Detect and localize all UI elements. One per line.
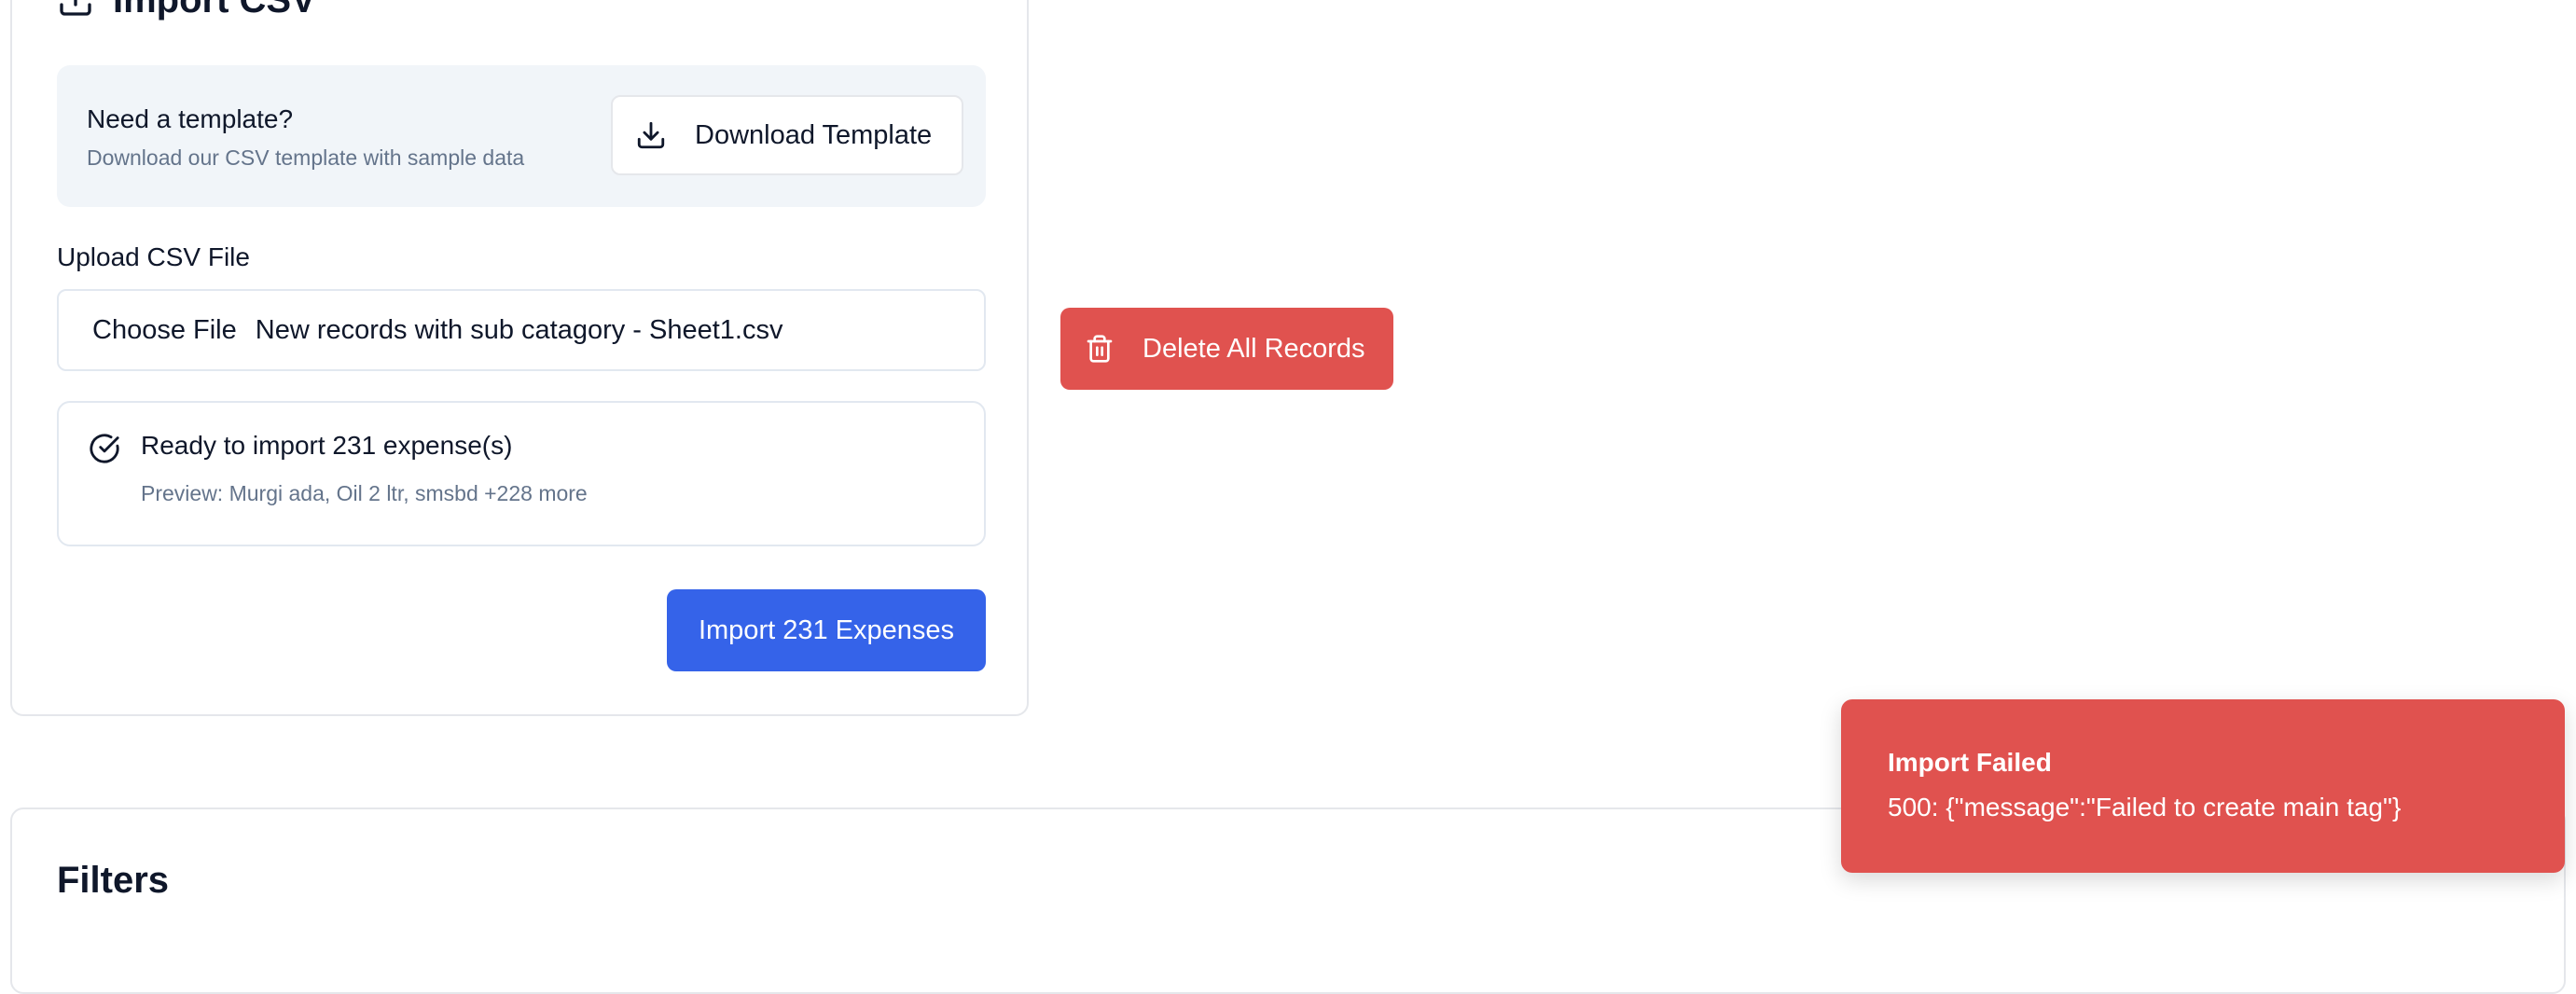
download-template-label: Download Template <box>695 119 933 150</box>
toast-message: 500: {"message":"Failed to create main t… <box>1888 793 2402 821</box>
selected-file-name: New records with sub catagory - Sheet1.c… <box>255 314 783 345</box>
import-preview-text: Preview: Murgi ada, Oil 2 ltr, smsbd +22… <box>141 481 588 505</box>
delete-all-records-label: Delete All Records <box>1143 333 1365 364</box>
import-card-title: Import CSV <box>113 0 316 21</box>
choose-file-button[interactable]: Choose File <box>92 315 237 346</box>
upload-icon <box>57 0 94 19</box>
toast-title: Import Failed <box>1888 748 2052 777</box>
trash-icon <box>1085 334 1115 364</box>
import-csv-card: Import CSV Need a template? Download our… <box>10 0 1029 716</box>
import-card-header: Import CSV <box>57 0 316 19</box>
template-panel: Need a template? Download our CSV templa… <box>57 65 986 207</box>
template-description: Download our CSV template with sample da… <box>87 145 525 170</box>
download-template-button[interactable]: Download Template <box>611 95 963 175</box>
filters-title: Filters <box>57 860 170 901</box>
download-icon <box>635 119 667 151</box>
import-ready-panel: Ready to import 231 expense(s) Preview: … <box>57 401 986 546</box>
ready-to-import-text: Ready to import 231 expense(s) <box>141 431 513 460</box>
check-circle-icon <box>89 433 120 464</box>
upload-csv-label: Upload CSV File <box>57 242 250 271</box>
import-expenses-button[interactable]: Import 231 Expenses <box>667 589 986 671</box>
template-heading: Need a template? <box>87 104 294 133</box>
csv-file-input[interactable]: Choose File New records with sub catagor… <box>57 289 986 371</box>
import-failed-toast[interactable]: Import Failed 500: {"message":"Failed to… <box>1841 699 2565 873</box>
delete-all-records-button[interactable]: Delete All Records <box>1060 308 1393 390</box>
